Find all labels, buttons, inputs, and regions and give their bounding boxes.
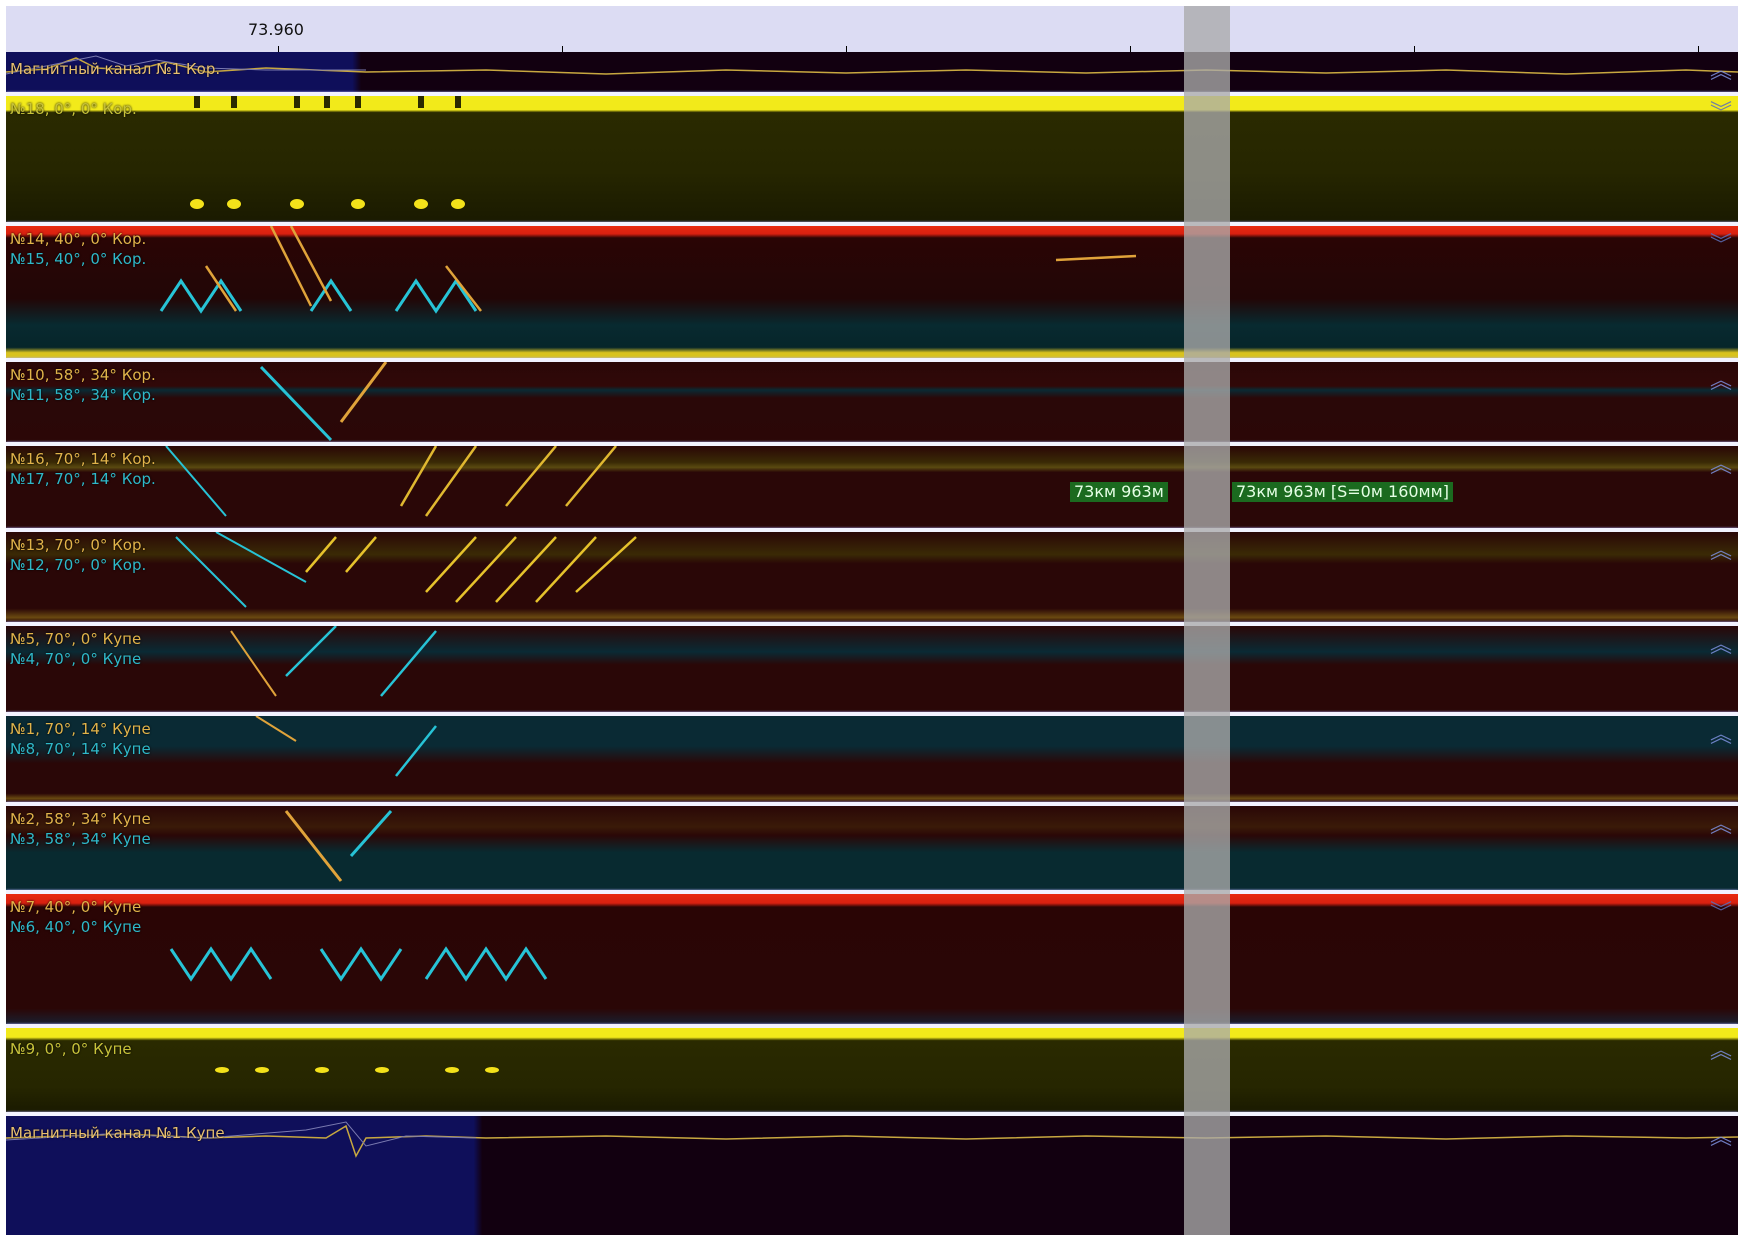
ch16-17-echo-marks <box>165 446 617 517</box>
panel-label-primary: №1, 70°, 14° Купе <box>10 720 151 738</box>
panel-magnetic-top[interactable]: Магнитный канал №1 Кор. ︽ <box>6 52 1738 92</box>
panel-ch7-6[interactable]: №7, 40°, 0° Купе №6, 40°, 0° Купе ︾ <box>6 894 1738 1024</box>
double-chevron-up-icon[interactable]: ︽ <box>1710 455 1732 477</box>
double-chevron-up-icon[interactable]: ︽ <box>1710 1041 1732 1063</box>
magnetic-trace-top <box>6 55 1738 75</box>
coordinate-ruler[interactable]: 73.960 <box>6 6 1738 53</box>
ch13-12-echo-marks <box>175 532 637 608</box>
panel-label-primary: №10, 58°, 34° Кор. <box>10 366 156 384</box>
panel-label-primary: №14, 40°, 0° Кор. <box>10 230 147 248</box>
ch18-echo-marks <box>190 96 465 209</box>
double-chevron-down-icon[interactable]: ︾ <box>1710 235 1732 257</box>
bscan-area[interactable]: Магнитный канал №1 Кор. ︽ №18, 0°, 0° Ко… <box>6 52 1738 1235</box>
defectogram-viewer[interactable]: 73.960 Магнитный канал №1 Кор. ︽ №18, 0°… <box>0 0 1744 1239</box>
double-chevron-up-icon[interactable]: ︽ <box>1710 725 1732 747</box>
panel-ch5-4[interactable]: №5, 70°, 0° Купе №4, 70°, 0° Купе ︽ <box>6 626 1738 712</box>
double-chevron-up-icon[interactable]: ︽ <box>1710 1127 1732 1149</box>
panel-label-secondary: №12, 70°, 0° Кор. <box>10 556 147 574</box>
panel-label-primary: №7, 40°, 0° Купе <box>10 898 142 916</box>
cursor-coordinate-left: 73км 963м <box>1070 482 1168 502</box>
ch9-echo-marks <box>215 1067 499 1073</box>
double-chevron-up-icon[interactable]: ︽ <box>1710 61 1732 83</box>
double-chevron-up-icon[interactable]: ︽ <box>1710 815 1732 837</box>
double-chevron-up-icon[interactable]: ︽ <box>1710 371 1732 393</box>
panel-ch1-8[interactable]: №1, 70°, 14° Купе №8, 70°, 14° Купе ︽ <box>6 716 1738 802</box>
panel-label-secondary: №11, 58°, 34° Кор. <box>10 386 156 404</box>
double-chevron-down-icon[interactable]: ︾ <box>1710 103 1732 125</box>
ruler-position-label: 73.960 <box>248 20 304 39</box>
ch10-11-echo-marks <box>259 362 388 442</box>
panel-ch16-17[interactable]: №16, 70°, 14° Кор. №17, 70°, 14° Кор. ︽ <box>6 446 1738 528</box>
panel-label-secondary: №6, 40°, 0° Купе <box>10 918 142 936</box>
ch7-6-echo-marks <box>169 946 548 982</box>
position-cursor[interactable] <box>1184 6 1230 1235</box>
panel-label-secondary: №17, 70°, 14° Кор. <box>10 470 156 488</box>
panel-ch2-3[interactable]: №2, 58°, 34° Купе №3, 58°, 34° Купе ︽ <box>6 806 1738 890</box>
panel-label: Магнитный канал №1 Кор. <box>10 60 221 78</box>
panel-label-secondary: №3, 58°, 34° Купе <box>10 830 151 848</box>
panel-ch10-11[interactable]: №10, 58°, 34° Кор. №11, 58°, 34° Кор. ︽ <box>6 362 1738 442</box>
ch1-8-echo-marks <box>255 716 437 777</box>
ch5-4-echo-marks <box>230 626 437 697</box>
panel-label-secondary: №15, 40°, 0° Кор. <box>10 250 147 268</box>
panel-label: №18, 0°, 0° Кор. <box>10 100 137 118</box>
panel-label-primary: №2, 58°, 34° Купе <box>10 810 151 828</box>
panel-label: №9, 0°, 0° Купе <box>10 1040 132 1058</box>
ch2-3-echo-marks <box>284 810 393 882</box>
panel-ch18[interactable]: №18, 0°, 0° Кор. ︾ <box>6 96 1738 222</box>
panel-ch14-15[interactable]: №14, 40°, 0° Кор. №15, 40°, 0° Кор. ︾ <box>6 226 1738 358</box>
cursor-coordinate-right: 73км 963м [S=0м 160мм] <box>1232 482 1453 502</box>
double-chevron-up-icon[interactable]: ︽ <box>1710 635 1732 657</box>
panel-label: Магнитный канал №1 Купе <box>10 1124 225 1142</box>
magnetic-trace-bottom <box>6 1121 1738 1158</box>
panel-ch13-12[interactable]: №13, 70°, 0° Кор. №12, 70°, 0° Кор. ︽ <box>6 532 1738 622</box>
panel-label-primary: №5, 70°, 0° Купе <box>10 630 142 648</box>
panel-label-secondary: №8, 70°, 14° Купе <box>10 740 151 758</box>
panel-ch9[interactable]: №9, 0°, 0° Купе ︽ <box>6 1028 1738 1112</box>
panel-label-primary: №16, 70°, 14° Кор. <box>10 450 156 468</box>
panel-label-primary: №13, 70°, 0° Кор. <box>10 536 147 554</box>
double-chevron-up-icon[interactable]: ︽ <box>1710 541 1732 563</box>
panel-label-secondary: №4, 70°, 0° Купе <box>10 650 142 668</box>
double-chevron-down-icon[interactable]: ︾ <box>1710 903 1732 925</box>
ch14-15-echo-marks <box>159 226 1137 314</box>
panel-magnetic-bottom[interactable]: Магнитный канал №1 Купе ︽ <box>6 1116 1738 1235</box>
